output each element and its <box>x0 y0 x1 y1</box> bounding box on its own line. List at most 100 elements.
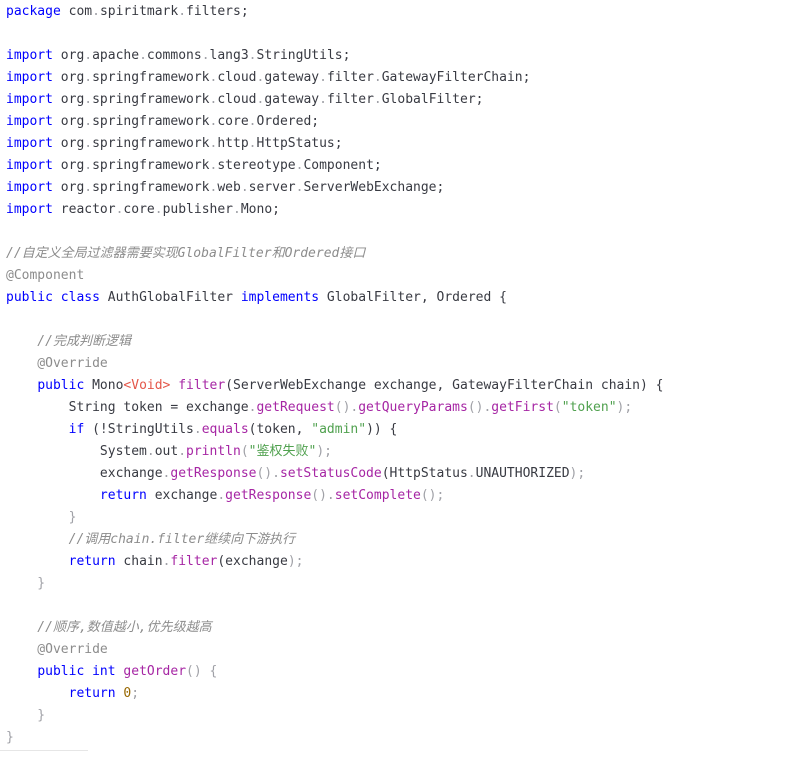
code-token: //调用chain.filter继续向下游执行 <box>6 532 296 547</box>
code-token: import <box>6 92 53 107</box>
code-line: exchange.getResponse().setStatusCode(Htt… <box>6 463 663 485</box>
code-token: publisher <box>162 202 234 217</box>
code-token: equals <box>201 422 249 437</box>
code-token: getRequest <box>256 400 335 415</box>
code-token: import <box>6 114 53 129</box>
code-token: () <box>334 400 351 415</box>
code-token: . <box>217 488 226 503</box>
code-line: } <box>6 507 663 529</box>
code-token: reactor <box>52 202 116 217</box>
code-line: @Override <box>6 639 663 661</box>
code-token: core <box>217 114 249 129</box>
code-token: cloud <box>217 70 257 85</box>
code-token: springframework <box>92 136 210 151</box>
code-token: cloud <box>217 92 257 107</box>
code-token: ); <box>616 400 633 415</box>
code-line: String token = exchange.getRequest().get… <box>6 397 663 419</box>
code-token: HttpStatus <box>256 136 335 151</box>
code-token: springframework <box>92 92 210 107</box>
code-token: } <box>6 708 46 723</box>
code-token: ; <box>475 92 484 107</box>
code-line: return chain.filter(exchange); <box>6 551 663 573</box>
code-token: setComplete <box>334 488 421 503</box>
code-token: springframework <box>92 158 210 173</box>
code-token: System <box>6 444 147 459</box>
code-token: org <box>52 70 85 85</box>
code-token: . <box>467 466 476 481</box>
code-token: . <box>326 488 335 503</box>
code-token: int <box>92 664 116 679</box>
code-token: ; <box>334 136 343 151</box>
code-token: org <box>52 114 85 129</box>
code-token: org <box>52 48 85 63</box>
code-token: return <box>99 488 147 503</box>
code-line: import org.springframework.cloud.gateway… <box>6 67 663 89</box>
code-token: org <box>52 136 85 151</box>
code-token: () <box>467 400 484 415</box>
code-token: springframework <box>92 180 210 195</box>
code-line: //调用chain.filter继续向下游执行 <box>6 529 663 551</box>
code-token: ; <box>131 686 140 701</box>
code-line: } <box>6 727 663 749</box>
code-line: return 0; <box>6 683 663 705</box>
code-token: //完成判断逻辑 <box>6 334 131 349</box>
code-line: } <box>6 573 663 595</box>
code-token: GlobalFilter, Ordered { <box>319 290 507 305</box>
code-line: if (!StringUtils.equals(token, "admin"))… <box>6 419 663 441</box>
code-token: import <box>6 48 53 63</box>
code-token: println <box>186 444 241 459</box>
code-token: chain <box>115 554 163 569</box>
code-token: String token = exchange <box>6 400 249 415</box>
code-line: import org.springframework.cloud.gateway… <box>6 89 663 111</box>
code-token: . <box>193 422 202 437</box>
code-token: springframework <box>92 114 210 129</box>
code-line: //完成判断逻辑 <box>6 331 663 353</box>
code-token: exchange <box>6 466 163 481</box>
code-line: import org.springframework.http.HttpStat… <box>6 133 663 155</box>
code-line: System.out.println("鉴权失败"); <box>6 441 663 463</box>
code-token: public <box>37 378 85 393</box>
code-line: } <box>6 705 663 727</box>
code-token: (ServerWebExchange exchange, GatewayFilt… <box>225 378 664 393</box>
code-token: core <box>123 202 155 217</box>
code-line: package com.spiritmark.filters; <box>6 1 663 23</box>
code-token: if <box>68 422 85 437</box>
code-line: import org.apache.commons.lang3.StringUt… <box>6 45 663 67</box>
code-token: @Component <box>6 268 85 283</box>
code-token: filter <box>326 92 374 107</box>
code-token: . <box>178 444 187 459</box>
code-token: @Override <box>6 356 108 371</box>
code-token: . <box>84 158 93 173</box>
code-token: . <box>319 70 327 85</box>
code-token: setStatusCode <box>279 466 382 481</box>
code-token: } <box>6 576 46 591</box>
code-token: gateway <box>264 92 320 107</box>
code-token: http <box>217 136 249 151</box>
code-line: import org.springframework.web.server.Se… <box>6 177 663 199</box>
code-token: class <box>60 290 100 305</box>
code-token: ( <box>240 444 249 459</box>
divider <box>0 750 88 751</box>
code-token: com <box>60 4 93 19</box>
code-token: filters <box>186 4 241 19</box>
code-token: . <box>84 92 93 107</box>
code-token: getOrder <box>123 664 187 679</box>
code-line: import org.springframework.stereotype.Co… <box>6 155 663 177</box>
code-token: filter <box>178 378 226 393</box>
code-token: <Void> <box>123 378 171 393</box>
code-token: ); <box>287 554 304 569</box>
code-token: (exchange <box>217 554 288 569</box>
code-token: exchange <box>146 488 218 503</box>
code-token: Ordered <box>256 114 312 129</box>
code-token: @Override <box>6 642 108 657</box>
code-token: GatewayFilterChain <box>381 70 523 85</box>
code-line: public int getOrder() { <box>6 661 663 683</box>
code-token: . <box>373 92 382 107</box>
code-token: springframework <box>92 70 210 85</box>
